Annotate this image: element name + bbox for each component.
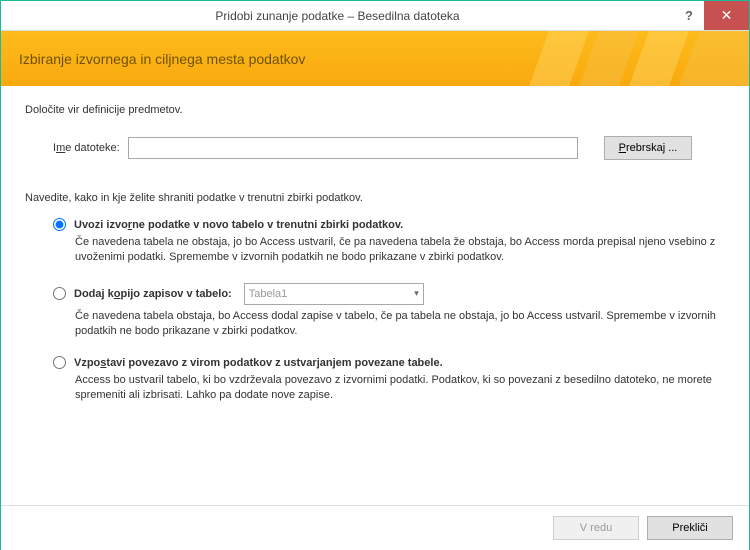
close-button[interactable]: ✕ — [704, 1, 749, 30]
titlebar: Pridobi zunanje podatke – Besedilna dato… — [1, 1, 749, 31]
table-select[interactable]: Tabela1 ▾ — [244, 283, 424, 305]
browse-button[interactable]: Prebrskaj ... — [604, 136, 693, 160]
cancel-button[interactable]: Prekliči — [647, 516, 733, 540]
label-link-table[interactable]: Vzpostavi povezavo z virom podatkov z us… — [74, 357, 443, 369]
banner-decoration-icon — [529, 31, 749, 86]
titlebar-buttons: ? ✕ — [674, 1, 749, 30]
dialog-footer: V redu Prekliči — [1, 505, 749, 550]
wizard-banner: Izbiranje izvornega in ciljnega mesta po… — [1, 31, 749, 86]
label-import-new-table[interactable]: Uvozi izvorne podatke v novo tabelo v tr… — [74, 219, 403, 231]
desc-link-table: Access bo ustvaril tabelo, ki bo vzdržev… — [75, 373, 725, 403]
window-title: Pridobi zunanje podatke – Besedilna dato… — [1, 9, 674, 23]
desc-import-new-table: Če navedena tabela ne obstaja, jo bo Acc… — [75, 235, 725, 265]
help-button[interactable]: ? — [674, 1, 704, 30]
label-append-copy[interactable]: Dodaj kopijo zapisov v tabelo: — [74, 288, 232, 300]
import-options: Uvozi izvorne podatke v novo tabelo v tr… — [53, 218, 725, 403]
desc-append-copy: Če navedena tabela obstaja, bo Access do… — [75, 309, 725, 339]
option-import-new-table: Uvozi izvorne podatke v novo tabelo v tr… — [53, 218, 725, 265]
option-link-table: Vzpostavi povezavo z virom podatkov z us… — [53, 356, 725, 403]
wizard-heading: Izbiranje izvornega in ciljnega mesta po… — [19, 51, 305, 67]
chevron-down-icon: ▾ — [414, 288, 419, 299]
file-row: Ime datoteke: Prebrskaj ... — [53, 136, 725, 160]
store-instruction: Navedite, kako in kje želite shraniti po… — [25, 192, 725, 204]
radio-append-copy[interactable] — [53, 287, 66, 300]
file-label: Ime datoteke: — [53, 142, 120, 154]
radio-link-table[interactable] — [53, 356, 66, 369]
option-append-copy: Dodaj kopijo zapisov v tabelo: Tabela1 ▾… — [53, 283, 725, 339]
wizard-content: Določite vir definicije predmetov. Ime d… — [1, 86, 749, 431]
ok-button[interactable]: V redu — [553, 516, 639, 540]
radio-import-new-table[interactable] — [53, 218, 66, 231]
table-select-value: Tabela1 — [249, 288, 288, 300]
source-prompt: Določite vir definicije predmetov. — [25, 104, 725, 116]
filename-input[interactable] — [128, 137, 578, 159]
